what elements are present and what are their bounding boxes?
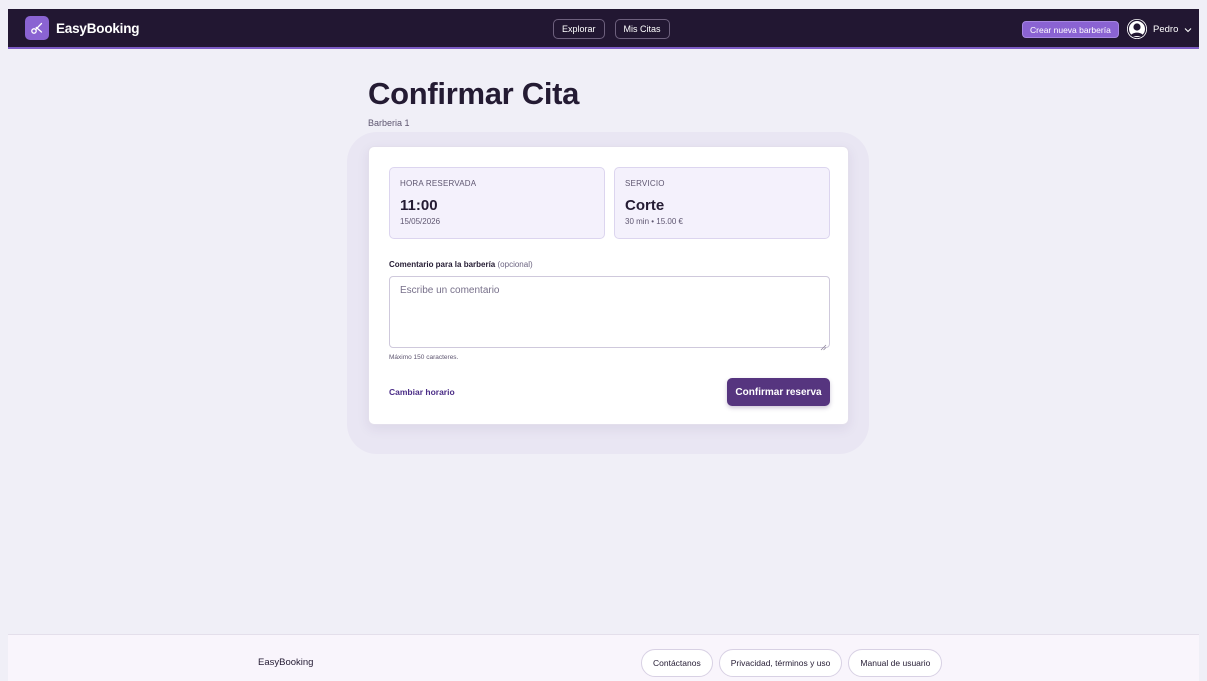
footer-contact-link[interactable]: Contáctanos xyxy=(641,649,713,677)
service-box: SERVICIO Corte 30 min • 15.00 € xyxy=(614,167,830,239)
change-time-link[interactable]: Cambiar horario xyxy=(389,387,455,397)
create-barbershop-button[interactable]: Crear nueva barbería xyxy=(1022,21,1119,38)
footer-brand: EasyBooking xyxy=(258,657,314,668)
footer-links: Contáctanos Privacidad, términos y uso M… xyxy=(641,649,943,677)
footer-privacy-link[interactable]: Privacidad, términos y uso xyxy=(718,649,843,677)
main-nav: Explorar Mis Citas xyxy=(553,19,670,39)
comment-char-limit-hint: Máximo 150 caracteres. xyxy=(389,354,459,361)
reserved-time-label: HORA RESERVADA xyxy=(400,179,477,188)
comment-label-text: Comentario para la barbería xyxy=(389,260,496,269)
top-navbar: EasyBooking Explorar Mis Citas Crear nue… xyxy=(8,9,1199,49)
comment-label: Comentario para la barbería (opcional) xyxy=(389,260,533,269)
nav-my-appointments-button[interactable]: Mis Citas xyxy=(614,19,670,39)
confirm-booking-button[interactable]: Confirmar reserva xyxy=(727,378,830,406)
resize-handle-icon[interactable] xyxy=(820,338,827,356)
brand-name: EasyBooking xyxy=(56,20,140,36)
reserved-time-value: 11:00 xyxy=(400,197,438,214)
user-avatar-icon xyxy=(1127,19,1147,39)
reserved-date-value: 15/05/2026 xyxy=(400,217,441,226)
user-menu[interactable]: Pedro xyxy=(1127,19,1192,39)
footer-user-manual-link[interactable]: Manual de usuario xyxy=(848,649,943,677)
comment-textarea[interactable] xyxy=(389,276,830,348)
service-label: SERVICIO xyxy=(625,179,665,188)
brand-home-link[interactable]: EasyBooking xyxy=(25,16,140,40)
service-details: 30 min • 15.00 € xyxy=(625,217,683,226)
footer: EasyBooking Contáctanos Privacidad, térm… xyxy=(8,634,1199,681)
nav-explore-button[interactable]: Explorar xyxy=(553,19,605,39)
comment-optional-text: (opcional) xyxy=(497,260,533,269)
user-name: Pedro xyxy=(1153,23,1179,35)
service-name: Corte xyxy=(625,197,665,214)
scissors-icon xyxy=(25,16,49,40)
barbershop-name: Barberia 1 xyxy=(368,118,410,128)
booking-confirmation-card: HORA RESERVADA 11:00 15/05/2026 SERVICIO… xyxy=(368,146,849,425)
chevron-down-icon xyxy=(1184,20,1192,38)
reserved-time-box: HORA RESERVADA 11:00 15/05/2026 xyxy=(389,167,605,239)
page-title: Confirmar Cita xyxy=(368,76,580,111)
